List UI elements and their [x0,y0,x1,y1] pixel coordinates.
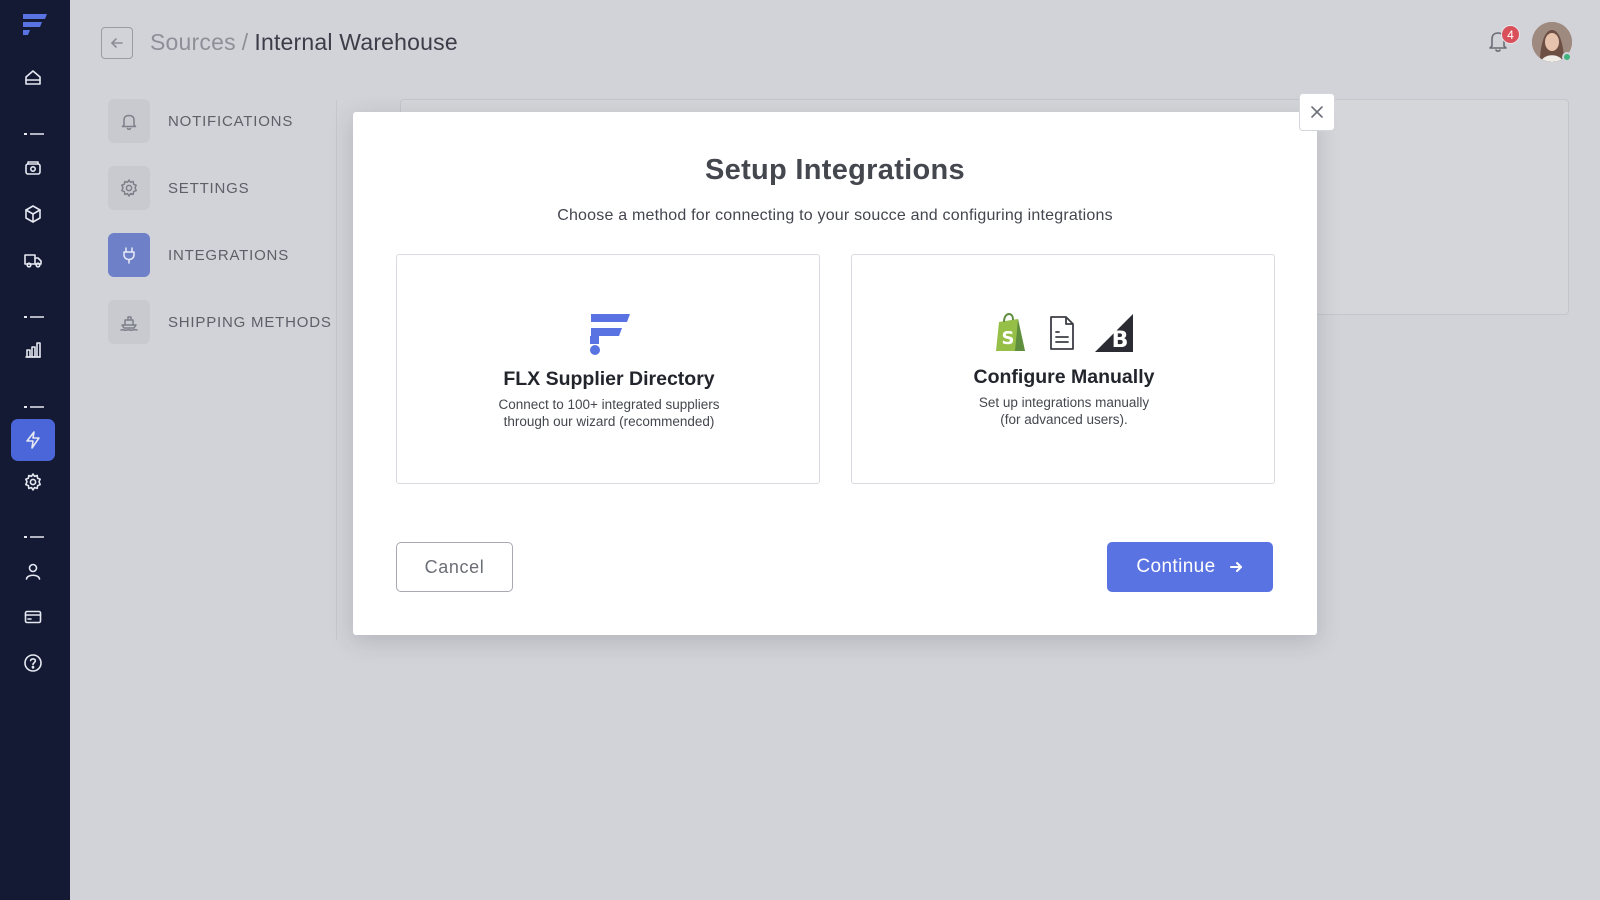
shopify-icon: S [996,313,1025,351]
setup-integrations-modal: Setup Integrations Choose a method for c… [353,112,1317,635]
back-button[interactable] [101,27,133,59]
subnav-item-settings[interactable]: SETTINGS [108,166,249,210]
lightning-icon[interactable] [17,424,49,456]
subnav-item-integrations[interactable]: INTEGRATIONS [108,233,289,277]
menu-separator [24,395,44,408]
modal-subtitle: Choose a method for connecting to your s… [557,207,1113,224]
svg-text:S: S [1002,328,1015,349]
help-icon[interactable] [17,647,49,679]
option-configure-manually[interactable]: S B Configure Manually Set up integratio… [851,254,1275,484]
option-description-line: (for advanced users). [1000,412,1128,427]
flx-logo-icon[interactable] [21,11,49,37]
close-modal-button[interactable] [1299,93,1335,131]
option-description-line: through our wizard (recommended) [503,414,715,429]
continue-button-label: Continue [1136,556,1216,577]
menu-separator [24,122,44,135]
modal-title: Setup Integrations [705,154,965,186]
option-title: Configure Manually [973,366,1155,388]
continue-button[interactable]: Continue [1107,542,1273,592]
close-icon [1311,106,1323,118]
integration-logos: S B [852,312,1276,354]
document-icon [1050,316,1074,350]
subnav-label: SHIPPING METHODS [168,313,332,331]
arrow-left-icon [111,38,123,48]
online-status-dot [1562,52,1572,62]
bell-icon [108,99,150,143]
cancel-button[interactable]: Cancel [396,542,513,592]
truck-icon[interactable] [17,244,49,276]
menu-separator [24,525,44,538]
option-title: FLX Supplier Directory [503,368,715,390]
subnav-label: INTEGRATIONS [168,246,289,264]
credit-card-icon[interactable] [17,601,49,633]
gear-icon[interactable] [17,466,49,498]
breadcrumb-separator: / [241,29,249,55]
gear-icon [108,166,150,210]
payments-icon[interactable] [17,152,49,184]
subnav-label: NOTIFICATIONS [168,112,294,130]
arrow-right-icon [1229,562,1242,572]
bigcommerce-icon: B [1095,314,1133,352]
user-icon[interactable] [17,555,49,587]
menu-separator [24,305,44,318]
option-description-line: Set up integrations manually [978,395,1150,410]
notification-count-badge: 4 [1501,25,1520,44]
option-flx-supplier-directory[interactable]: FLX Supplier Directory Connect to 100+ i… [396,254,820,484]
bar-chart-icon[interactable] [17,334,49,366]
home-icon[interactable] [17,62,49,94]
plug-icon [108,233,150,277]
subnav-item-notifications[interactable]: NOTIFICATIONS [108,99,293,143]
option-description: Set up integrations manually (for advanc… [852,394,1276,428]
content-divider [336,100,337,640]
page-title: Internal Warehouse [254,29,458,55]
option-description-line: Connect to 100+ integrated suppliers [498,397,720,412]
box-icon[interactable] [17,198,49,230]
subnav-item-shipping-methods[interactable]: SHIPPING METHODS [108,300,332,344]
flx-logo-icon [590,314,630,355]
app-sidebar [0,0,70,900]
ship-icon [108,300,150,344]
breadcrumb-parent[interactable]: Sources [150,29,236,55]
option-description: Connect to 100+ integrated suppliers thr… [397,396,821,430]
breadcrumb: Sources / Internal Warehouse [150,29,458,56]
svg-text:B: B [1112,328,1129,352]
subnav-label: SETTINGS [168,179,250,197]
